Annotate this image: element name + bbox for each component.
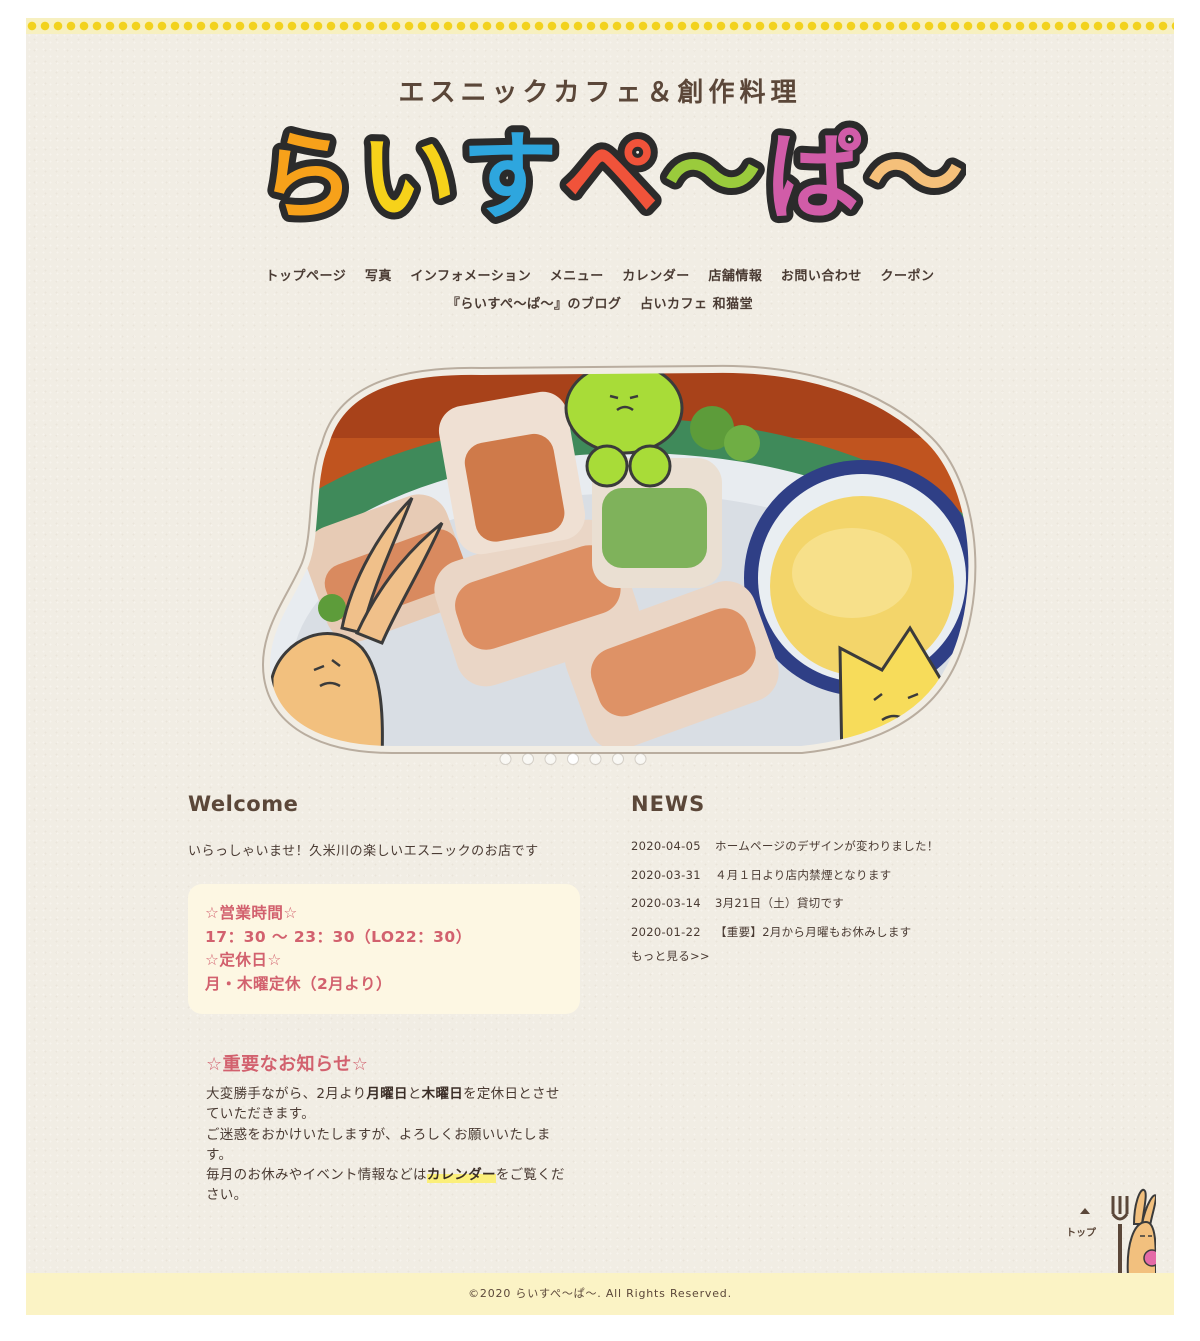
news-date: 2020-04-05 <box>631 839 701 853</box>
secondary-nav: 『らいすぺ〜ぱ〜』のブログ 占いカフェ 和猫堂 <box>26 293 1174 312</box>
news-date: 2020-01-22 <box>631 925 701 940</box>
news-item[interactable]: 2020-04-05 ホームページのデザインが変わりました！ <box>631 838 1011 867</box>
notice-paragraph-3: 毎月のお休みやイベント情報などはカレンダーをご覧ください。 <box>206 1165 566 1206</box>
notice-bold-monday: 月曜日 <box>366 1086 408 1102</box>
calendar-link[interactable]: カレンダー <box>426 1167 496 1184</box>
nav-item-contact[interactable]: お問い合わせ <box>781 265 862 284</box>
nav-item-shop-info[interactable]: 店舗情報 <box>708 265 762 284</box>
closed-days-value: 月・木曜定休（2月より） <box>205 974 392 993</box>
logo-char: ぱ <box>766 121 862 228</box>
hours-value: 17：30 〜 23：30（LO22：30） <box>205 927 472 946</box>
logo-char: 〜 <box>664 121 760 228</box>
top-border-decoration <box>26 18 1174 34</box>
logo-char: す <box>462 121 558 228</box>
notice-text: と <box>407 1086 422 1102</box>
slide-dot[interactable] <box>612 753 624 765</box>
news-heading: NEWS <box>631 792 706 816</box>
page: エスニックカフェ＆創作料理 ららいいすすペペ〜〜ぱぱ〜〜 トップページ 写真 イ… <box>26 18 1174 1315</box>
slide-dot[interactable] <box>567 753 579 765</box>
nav-item-menu[interactable]: メニュー <box>550 265 604 284</box>
nav-item-calendar[interactable]: カレンダー <box>622 265 690 284</box>
welcome-heading: Welcome <box>188 792 299 816</box>
news-date: 2020-03-31 <box>631 867 701 882</box>
logo-char: ペ <box>563 121 659 228</box>
nav-item-photos[interactable]: 写真 <box>365 265 392 284</box>
welcome-text: いらっしゃいませ！久米川の楽しいエスニックのお店です <box>188 844 539 859</box>
hero-photo <box>262 365 976 754</box>
notice-text: 毎月のお休みやイベント情報などは <box>206 1167 427 1184</box>
logo-char: ら <box>259 121 355 228</box>
back-to-top-label[interactable]: トップ <box>1066 1224 1096 1239</box>
news-list: 2020-04-05 ホームページのデザインが変わりました！ 2020-03-31… <box>631 838 1011 953</box>
notice-body: 大変勝手ながら、2月より月曜日と木曜日を定休日とさせていただきます。 ご迷惑をお… <box>206 1084 566 1206</box>
notice-bold-thursday: 木曜日 <box>421 1086 464 1102</box>
closed-days-heading: ☆定休日☆ <box>205 951 282 969</box>
news-item[interactable]: 2020-03-31 ４月１日より店内禁煙となります <box>631 867 1011 896</box>
slide-dot[interactable] <box>634 753 647 765</box>
nav-item-information[interactable]: インフォメーション <box>410 265 531 284</box>
slide-dot[interactable] <box>544 753 557 765</box>
news-more-link[interactable]: もっと見る>> <box>631 948 710 964</box>
nav-item-fortune-cafe[interactable]: 占いカフェ 和猫堂 <box>640 293 753 312</box>
news-date: 2020-03-14 <box>631 896 701 911</box>
site-logo[interactable]: らら いい すす ペペ 〜〜 ぱぱ 〜〜 <box>256 118 966 228</box>
business-hours-box: ☆営業時間☆ 17：30 〜 23：30（LO22：30） ☆定休日☆ 月・木曜… <box>188 884 580 1014</box>
nav-item-coupon[interactable]: クーポン <box>880 265 934 284</box>
hero-slideshow[interactable] <box>242 348 982 768</box>
news-text: ４月１日より店内禁煙となります <box>715 867 892 882</box>
hours-heading: ☆営業時間☆ <box>205 904 298 922</box>
logo-char: 〜 <box>867 121 963 228</box>
news-item[interactable]: 2020-03-14 3月21日（土）貸切です <box>631 895 1011 924</box>
slide-dot[interactable] <box>499 753 512 765</box>
notice-paragraph-2: ご迷惑をおかけいたしますが、よろしくお願いいたします。 <box>206 1126 551 1163</box>
news-text: 【重要】2月から月曜もお休みします <box>715 925 912 940</box>
news-text: ホームページのデザインが変わりました！ <box>715 839 939 853</box>
footer: ©2020 らいすぺ〜ぱ〜. All Rights Reserved. <box>26 1273 1174 1315</box>
logo-char: い <box>360 121 456 228</box>
nav-item-top[interactable]: トップページ <box>266 265 347 284</box>
nav-item-blog[interactable]: 『らいすぺ〜ぱ〜』のブログ <box>447 293 622 312</box>
slide-dot[interactable] <box>589 753 602 765</box>
notice-paragraph-1: 大変勝手ながら、2月より月曜日と木曜日を定休日とさせていただきます。 <box>206 1084 566 1125</box>
slide-dot[interactable] <box>522 753 534 765</box>
main-nav: トップページ 写真 インフォメーション メニュー カレンダー 店舗情報 お問い合… <box>26 265 1174 284</box>
notice-text: 大変勝手ながら、2月より <box>206 1086 367 1102</box>
news-text: 3月21日（土）貸切です <box>715 896 845 911</box>
site-subtitle: エスニックカフェ＆創作料理 <box>398 78 802 108</box>
notice-heading: ☆重要なお知らせ☆ <box>206 1054 369 1075</box>
